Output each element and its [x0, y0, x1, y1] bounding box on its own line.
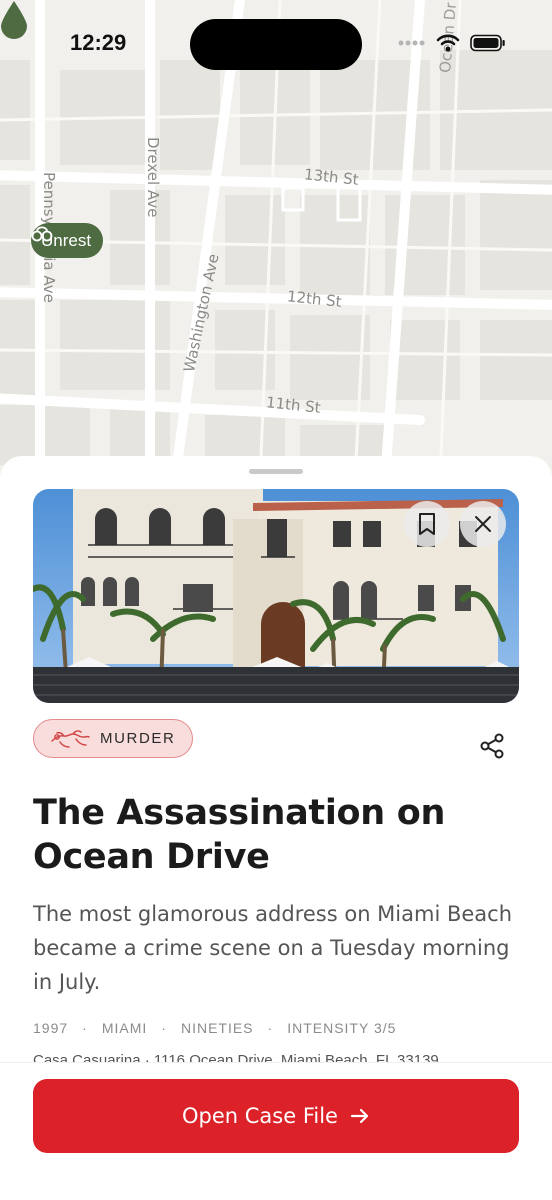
share-icon[interactable]	[478, 732, 506, 760]
case-meta: 1997 · MIAMI · NINETIES · INTENSITY 3/5	[33, 1020, 396, 1036]
case-detail-sheet[interactable]: MURDER The Assassination on Ocean Drive …	[0, 456, 552, 1200]
chalk-outline-icon	[51, 729, 90, 748]
arrow-right-icon	[350, 1108, 369, 1124]
meta-separator: ·	[82, 1020, 88, 1036]
status-time: 12:29	[70, 30, 127, 55]
close-icon	[475, 516, 491, 532]
battery-icon	[470, 34, 505, 52]
category-badge[interactable]: MURDER	[33, 719, 193, 758]
dynamic-island	[190, 19, 362, 70]
meta-year: 1997	[33, 1020, 69, 1036]
meta-city: MIAMI	[101, 1020, 148, 1036]
case-address: Casa Casuarina · 1116 Ocean Drive, Miami…	[33, 1052, 439, 1062]
meta-separator: ·	[161, 1020, 167, 1036]
case-title: The Assassination on Ocean Drive	[33, 793, 446, 877]
wifi-icon	[436, 34, 460, 52]
map-pin-label[interactable]: Unrest	[31, 223, 104, 258]
sheet-grabber[interactable]	[249, 469, 303, 474]
meta-era: NINETIES	[180, 1020, 254, 1036]
case-description: The most glamorous address on Miami Beac…	[33, 902, 513, 994]
bookmark-icon	[419, 513, 435, 535]
map-view[interactable]: Drexel Ave Pennsylvania Ave Washington A…	[0, 0, 552, 480]
meta-separator: ·	[267, 1020, 274, 1036]
signal-icon	[398, 40, 425, 46]
street-label-drexel: Drexel Ave	[144, 137, 162, 218]
bookmark-button[interactable]	[404, 501, 450, 547]
status-icons	[398, 34, 506, 52]
handcuffs-icon	[31, 226, 53, 242]
close-button[interactable]	[460, 501, 506, 547]
open-case-file-label: Open Case File	[182, 1104, 338, 1128]
map-pin-marker[interactable]	[0, 0, 28, 40]
open-case-file-button[interactable]: Open Case File	[33, 1079, 519, 1153]
category-label: MURDER	[100, 730, 176, 747]
meta-intensity: INTENSITY 3/5	[287, 1020, 397, 1036]
